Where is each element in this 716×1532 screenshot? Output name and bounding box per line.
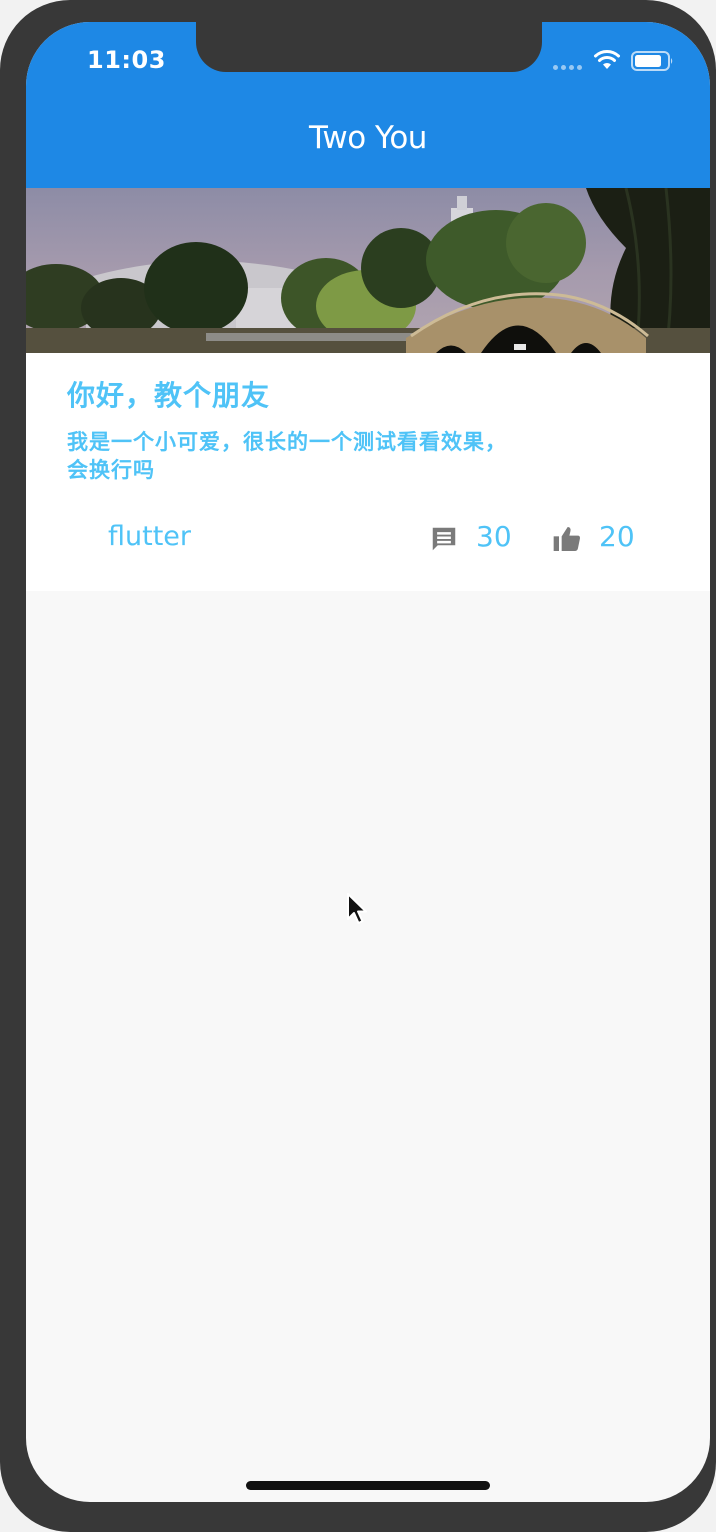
phone-screen: 11:03 Two You 你好，教个朋友 我是一个小可爱，很长的一个测试看看效…	[26, 22, 710, 1502]
card-title: 你好，教个朋友	[67, 379, 271, 412]
wifi-icon	[594, 50, 620, 69]
comment-count: 30	[476, 520, 512, 553]
comment-icon[interactable]	[429, 524, 459, 554]
simulator-stage: 11:03 Two You 你好，教个朋友 我是一个小可爱，很长的一个测试看看效…	[0, 0, 716, 1532]
thumb-up-icon[interactable]	[551, 523, 583, 555]
card-tag[interactable]: flutter	[108, 521, 191, 552]
like-count: 20	[599, 520, 635, 553]
cellular-dots-icon	[553, 65, 583, 71]
status-time: 11:03	[87, 46, 166, 74]
feed-card[interactable]: 你好，教个朋友 我是一个小可爱，很长的一个测试看看效果，会换行吗 flutter…	[26, 188, 710, 591]
landscape-banner-image	[26, 188, 710, 353]
device-notch	[196, 22, 542, 72]
mouse-cursor-icon	[347, 893, 367, 924]
phone-frame: 11:03 Two You 你好，教个朋友 我是一个小可爱，很长的一个测试看看效…	[0, 0, 716, 1532]
card-description: 我是一个小可爱，很长的一个测试看看效果，会换行吗	[67, 430, 507, 482]
home-indicator[interactable]	[246, 1481, 490, 1490]
page-title: Two You	[309, 120, 427, 156]
battery-icon	[631, 51, 673, 71]
